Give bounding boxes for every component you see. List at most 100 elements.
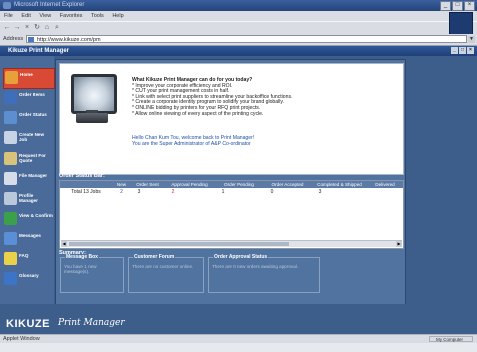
address-bar: Address http://www.kikuze.com/pm ▼ bbox=[0, 34, 477, 46]
menu-file[interactable]: File bbox=[4, 13, 13, 19]
app-close-button[interactable]: × bbox=[467, 47, 474, 54]
home-icon bbox=[5, 71, 18, 84]
nav-label: Messages bbox=[19, 233, 41, 238]
header-cell: New bbox=[116, 182, 127, 187]
main-panel: What Kikuze Print Manager can do for you… bbox=[55, 59, 406, 307]
nav-item-order-status[interactable]: Order Status bbox=[3, 109, 53, 128]
bottom-strip bbox=[0, 343, 477, 352]
back-icon[interactable]: ← bbox=[3, 24, 11, 32]
page-icon bbox=[28, 37, 34, 42]
order-status-table: New Order Sent Approval Pending Order Pe… bbox=[59, 180, 404, 249]
welcome-bullet: * Allow online viewing of every aspect o… bbox=[132, 110, 264, 117]
screen: Microsoft Internet Explorer _ □ × File E… bbox=[0, 0, 477, 352]
address-dropdown-icon[interactable]: ▼ bbox=[468, 36, 475, 43]
browser-throbber bbox=[449, 12, 473, 36]
scroll-right-icon[interactable]: ▶ bbox=[396, 241, 402, 247]
monitor-screen bbox=[71, 74, 117, 114]
nav-item-create-new-job[interactable]: Create New Job bbox=[3, 129, 53, 148]
logo-text: KIKUZE bbox=[6, 318, 50, 330]
nav-label: Order Status bbox=[19, 112, 47, 117]
nav-item-file-manager[interactable]: File Manager bbox=[3, 170, 53, 189]
row-total: Total 13 Jobs bbox=[71, 189, 101, 195]
nav-label: Order Items bbox=[19, 92, 45, 97]
refresh-icon[interactable]: ↻ bbox=[33, 24, 41, 32]
menu-help[interactable]: Help bbox=[112, 13, 123, 19]
message-box-title: Message Box bbox=[65, 254, 99, 260]
nav-item-faq[interactable]: FAQ bbox=[3, 250, 53, 269]
logo-script: Print Manager bbox=[58, 318, 125, 328]
glossary-icon bbox=[4, 272, 17, 285]
left-navigation: Home Order Items Order Status Create New… bbox=[0, 56, 55, 304]
customer-forum-box[interactable]: Customer Forum There are no customer onl… bbox=[128, 254, 204, 293]
stop-icon[interactable]: × bbox=[23, 24, 31, 32]
nav-label: File Manager bbox=[19, 173, 48, 178]
order-status-label: Order Status Bar: bbox=[59, 173, 105, 179]
order-approval-title: Order Approval Status bbox=[213, 254, 269, 260]
faq-icon bbox=[4, 252, 17, 265]
nav-item-glossary[interactable]: Glossary bbox=[3, 270, 53, 289]
home-browser-icon[interactable]: ⌂ bbox=[43, 24, 51, 32]
browser-icon bbox=[3, 2, 11, 9]
nav-label: Glossary bbox=[19, 273, 39, 278]
row-order-sent[interactable]: 3 bbox=[131, 189, 147, 196]
table-row[interactable]: Total 13 Jobs 2 3 2 1 0 3 bbox=[60, 189, 403, 196]
welcome-text: What Kikuze Print Manager can do for you… bbox=[132, 77, 397, 117]
nav-label: Profile Manager bbox=[19, 193, 38, 204]
scroll-thumb[interactable] bbox=[69, 242, 289, 246]
app-title: Kikuze Print Manager bbox=[8, 48, 70, 54]
header-cell: Order Sent bbox=[136, 182, 159, 187]
status-text: Applet Window bbox=[3, 336, 40, 342]
monitor-image bbox=[66, 72, 117, 126]
horizontal-scrollbar[interactable]: ◀ ▶ bbox=[61, 240, 402, 247]
quote-icon bbox=[4, 152, 17, 165]
row-completed-shipped[interactable]: 3 bbox=[312, 189, 328, 196]
row-approval-pending[interactable]: 2 bbox=[165, 189, 181, 196]
greeting: Hello Chan Kum Tou, welcome back to Prin… bbox=[132, 135, 397, 148]
nav-item-view-confirm[interactable]: View & Confirm bbox=[3, 210, 53, 229]
row-order-pending[interactable]: 1 bbox=[215, 189, 231, 196]
row-new[interactable]: 2 bbox=[113, 189, 130, 196]
header-cell: Approval Pending bbox=[171, 182, 208, 187]
message-box[interactable]: Message Box You have 1 new message(s). bbox=[60, 254, 124, 293]
app-footer: KIKUZE Print Manager bbox=[0, 304, 477, 334]
address-label: Address bbox=[3, 36, 24, 42]
order-approval-box[interactable]: Order Approval Status There are 0 new or… bbox=[208, 254, 320, 293]
file-manager-icon bbox=[4, 172, 17, 185]
maximize-button[interactable]: □ bbox=[452, 1, 463, 11]
close-button[interactable]: × bbox=[464, 1, 475, 11]
minimize-button[interactable]: _ bbox=[440, 1, 451, 11]
menu-edit[interactable]: Edit bbox=[21, 13, 30, 19]
menu-tools[interactable]: Tools bbox=[91, 13, 104, 19]
nav-label: FAQ bbox=[19, 253, 29, 258]
header-cell: Delivered bbox=[375, 182, 395, 187]
nav-item-home[interactable]: Home bbox=[3, 68, 55, 89]
menu-view[interactable]: View bbox=[39, 13, 51, 19]
row-order-accepted[interactable]: 0 bbox=[264, 189, 280, 196]
nav-item-messages[interactable]: Messages bbox=[3, 230, 53, 249]
nav-label: Request For Quote bbox=[19, 153, 46, 164]
profile-manager-icon bbox=[4, 192, 17, 205]
browser-title-bar: Microsoft Internet Explorer _ □ × bbox=[0, 0, 477, 11]
kikuze-logo: KIKUZE bbox=[6, 318, 50, 330]
app-maximize-button[interactable]: □ bbox=[459, 47, 466, 54]
scroll-left-icon[interactable]: ◀ bbox=[61, 241, 67, 247]
order-status-icon bbox=[4, 111, 17, 124]
zone-indicator: My Computer bbox=[429, 336, 473, 342]
address-input[interactable]: http://www.kikuze.com/pm bbox=[26, 35, 467, 43]
browser-toolbar: ← → × ↻ ⌂ ⌕ bbox=[0, 12, 477, 36]
nav-item-request-for-quote[interactable]: Request For Quote bbox=[3, 150, 53, 169]
nav-item-order-items[interactable]: Order Items bbox=[3, 89, 53, 108]
menu-favorites[interactable]: Favorites bbox=[60, 13, 83, 19]
window-controls: _ □ × bbox=[440, 1, 475, 11]
search-icon[interactable]: ⌕ bbox=[53, 24, 61, 32]
view-confirm-icon bbox=[4, 212, 17, 225]
app-title-bar: Kikuze Print Manager _ □ × bbox=[0, 46, 477, 56]
monitor-base bbox=[76, 113, 108, 123]
forward-icon[interactable]: → bbox=[13, 24, 21, 32]
header-cell: Order Pending bbox=[224, 182, 254, 187]
app-minimize-button[interactable]: _ bbox=[451, 47, 458, 54]
header-cell: Completed & Shipped bbox=[317, 182, 362, 187]
role-message: You are the Super Administrator of A&P C… bbox=[132, 140, 251, 147]
nav-item-profile-manager[interactable]: Profile Manager bbox=[3, 190, 53, 209]
order-status-header: New Order Sent Approval Pending Order Pe… bbox=[60, 181, 403, 188]
